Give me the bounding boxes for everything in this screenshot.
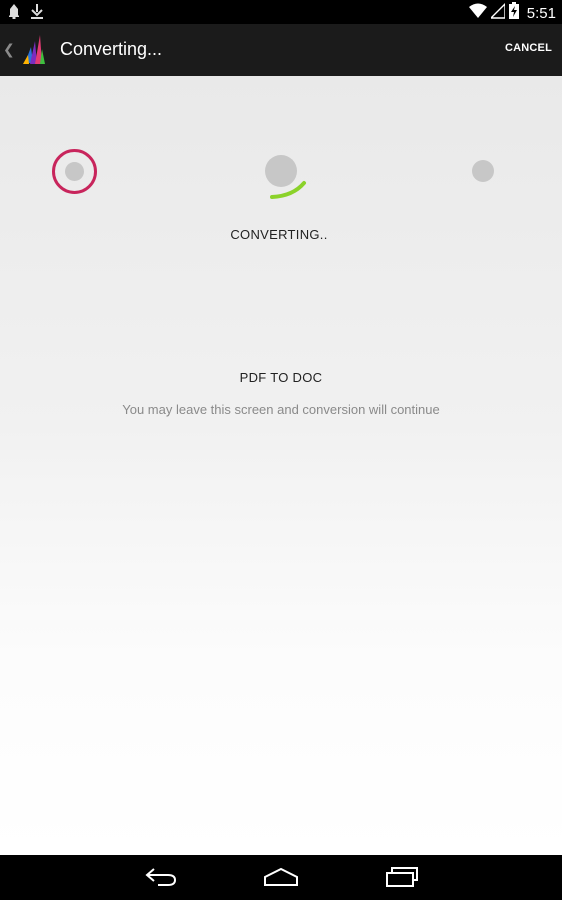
download-icon (30, 3, 44, 24)
up-chevron-icon[interactable]: ❮ (3, 41, 15, 58)
back-icon[interactable] (144, 865, 178, 894)
background-conversion-note: You may leave this screen and conversion… (122, 402, 440, 417)
signal-icon (489, 1, 506, 24)
action-bar: ❮ Converting... CANCEL (0, 24, 562, 76)
conversion-status: CONVERTING.. (230, 227, 328, 242)
navigation-bar (0, 855, 562, 900)
conversion-type-label: PDF TO DOC (239, 370, 323, 385)
status-bar: 5:51 (0, 0, 562, 24)
status-time: 5:51 (526, 4, 556, 22)
cancel-button[interactable]: CANCEL (505, 42, 552, 54)
conversion-screen: CONVERTING.. PDF TO DOC You may leave th… (0, 76, 562, 855)
home-icon[interactable] (262, 865, 300, 894)
page-title: Converting... (60, 39, 163, 59)
recent-apps-icon[interactable] (384, 865, 420, 894)
progress-spinner (262, 152, 312, 204)
battery-charging-icon (508, 2, 519, 24)
wifi-icon (468, 3, 487, 24)
notification-icon (8, 3, 20, 24)
target-step-dot (472, 160, 494, 182)
app-logo-icon[interactable] (21, 33, 47, 67)
source-step-indicator (52, 149, 97, 194)
source-step-dot (65, 162, 84, 181)
